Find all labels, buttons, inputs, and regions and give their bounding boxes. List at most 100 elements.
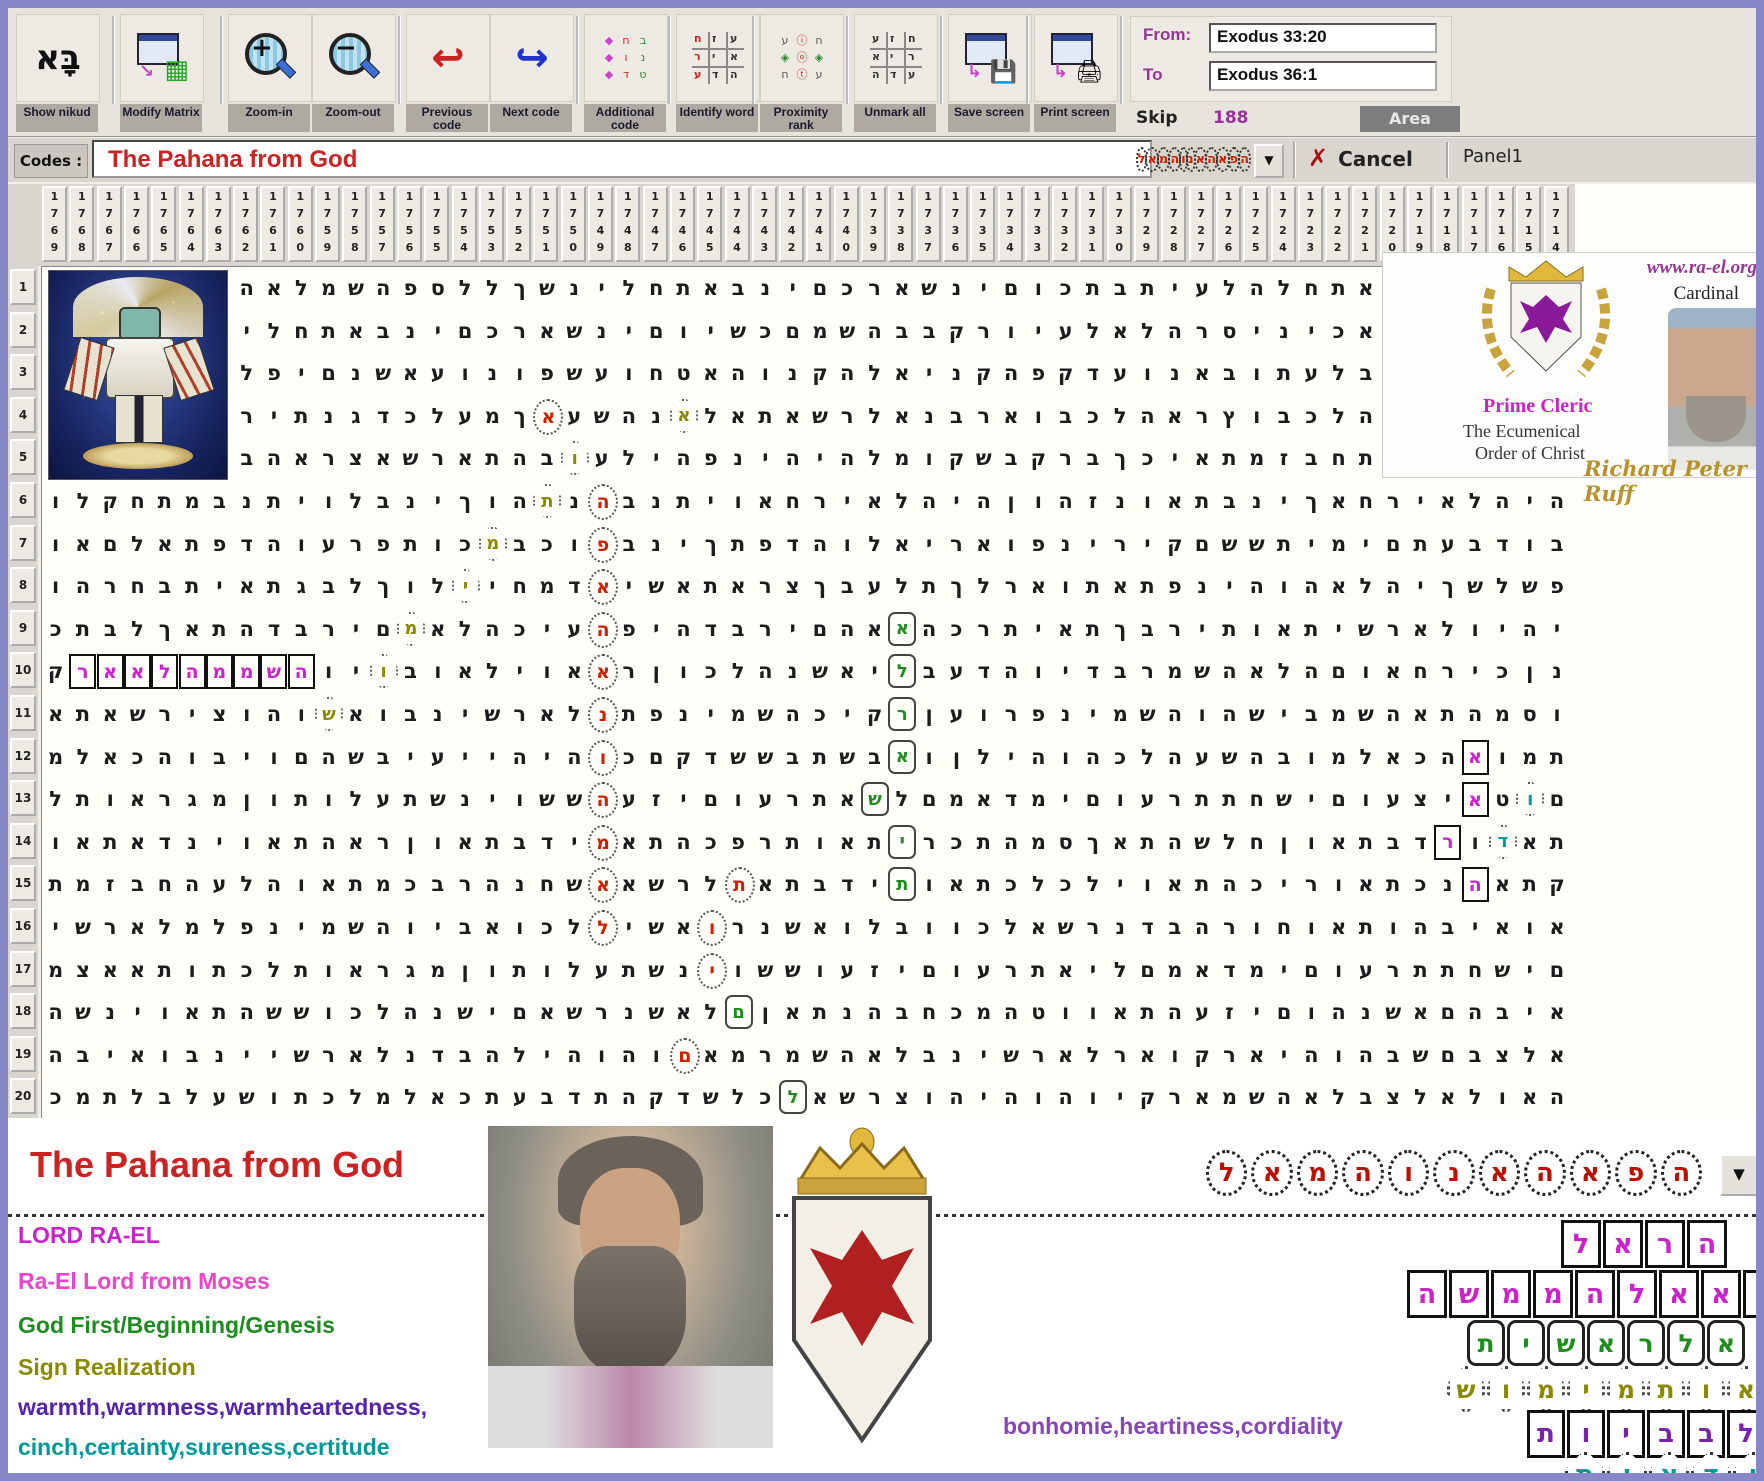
translation-god-first: God First/Beginning/Genesis (18, 1312, 335, 1338)
column-header-1716: 1716 (1488, 186, 1514, 262)
code-letter-mark-magenta-box[interactable]: ר (1434, 824, 1462, 860)
row-number-15: 15 (10, 865, 36, 902)
to-input[interactable]: Exodus 36:1 (1209, 61, 1437, 91)
column-header-1762: 1762 (233, 186, 259, 262)
ra-el-photo (488, 1126, 773, 1448)
range-box: From: Exodus 33:20 To Exodus 36:1 (1130, 16, 1452, 102)
additional-code-label: Additional code (584, 104, 666, 132)
matrix-row-4: נכיכרתבריתנגדכלעמךאעשהנפלאתאשרלאנבראובכל… (51, 403, 1565, 428)
code-letter-mark-green-box[interactable]: א (888, 739, 917, 774)
unmark-all-button[interactable]: עזח איר הדע (854, 14, 938, 102)
zoom-out-button[interactable]: − (312, 14, 396, 102)
row-number-11: 11 (10, 695, 36, 731)
column-header-1726: 1726 (1215, 186, 1241, 262)
column-header-1764: 1764 (178, 186, 204, 262)
row-number-3: 3 (10, 354, 36, 391)
code-letter-mark-magenta-box[interactable]: ה (178, 654, 206, 690)
code-letter-mark-magenta-box[interactable]: א (123, 654, 151, 690)
matrix-row-12: מלאכהוביוםהשביעייהיהלכםקדששבתשבתוןליהוהכ… (48, 744, 1565, 769)
matrix-row-1: יאמריהוהאלמשהפסללךשנילחתאבניםכראשניםוכתב… (53, 276, 1565, 300)
code-letter-mark-magenta-box[interactable]: ר (69, 654, 97, 690)
code-matrix[interactable]: יאמריהוהאלמשהפסללךשנילחתאבניםכראשניםוכתב… (41, 266, 1576, 1120)
area-button[interactable]: Area (1360, 106, 1460, 132)
from-input[interactable]: Exodus 33:20 (1209, 23, 1437, 53)
code-letter-mark-green-box[interactable]: ש (861, 782, 889, 817)
previous-code-button[interactable]: ↩ (406, 14, 490, 102)
column-header-1753: 1753 (478, 186, 504, 262)
code-letter-mark-red-circle[interactable]: פ (588, 526, 618, 563)
identify-word-button[interactable]: חזע ריא עדה (676, 14, 760, 102)
identify-word-icon: חזע ריא עדה (692, 32, 744, 84)
column-header-1715: 1715 (1516, 186, 1542, 262)
code-letter-mark-green-box[interactable]: ר (888, 697, 917, 731)
code-letter-circle: מ (1156, 146, 1171, 172)
row-number-19: 19 (10, 1035, 36, 1072)
code-letter-mark-magenta-box[interactable]: א (1461, 782, 1489, 818)
bottom-title: The Pahana from God (30, 1144, 405, 1185)
column-header-1718: 1718 (1434, 186, 1460, 262)
code-letter-mark-green-box[interactable]: ל (888, 654, 917, 689)
code-letter-mark-magenta-box[interactable]: א (96, 654, 124, 690)
column-header-1741: 1741 (806, 186, 832, 262)
column-header-1745: 1745 (697, 186, 723, 262)
codes-dropdown-button[interactable]: ▼ (1254, 144, 1284, 178)
modify-matrix-button[interactable]: ↘ ▦ (120, 14, 204, 102)
proximity-rank-icon: ע ⓘ ח ◈ ⓞ ◈ ח ⓣ ע (780, 34, 824, 81)
code-letter-mark-red-circle[interactable]: ו (588, 739, 618, 776)
cardinal-label: Cardinal (1673, 283, 1739, 304)
code-letter-mark-magenta-box[interactable]: ש (260, 654, 288, 690)
matrix-row-3: צרחסדלאלפיםנשאעונופשעוחטאהונקהלאינקהפקדע… (49, 361, 1564, 386)
column-header-1739: 1739 (861, 186, 886, 262)
code-letter-mark-magenta-box[interactable]: מ (205, 654, 233, 690)
bible-codes-window: בָּא ↘ ▦ + − ↩ ↪ ◆ ח ב ◆ ו נ ◆ ד ט חזע ריא עדה … (0, 0, 1764, 1481)
code-letter-mark-green-box[interactable]: ל (779, 1080, 808, 1115)
code-letter-circle: א (1251, 1150, 1293, 1196)
column-header-1763: 1763 (205, 186, 231, 262)
code-letter-circle: ה (1342, 1150, 1384, 1196)
code-letter-mark-magenta-box[interactable]: א (1461, 739, 1489, 775)
column-header-1729: 1729 (1134, 186, 1159, 262)
codes-hebrew-word: הפאהאנוהמאל (1135, 142, 1251, 176)
templar-shield-crown-icon (792, 1127, 932, 1444)
column-header-1746: 1746 (669, 186, 695, 262)
column-header-1744: 1744 (724, 186, 750, 262)
code-letter-mark-green-box[interactable]: י (888, 824, 917, 859)
zoom-in-button[interactable]: + (228, 14, 312, 102)
code-letter-mark-red-circle[interactable]: ה (588, 484, 618, 520)
code-letter-mark-red-circle[interactable]: ה (588, 611, 618, 648)
column-header-1723: 1723 (1297, 186, 1323, 262)
identify-word-label: Identify word (676, 104, 758, 132)
bottom-dropdown-button[interactable]: ▼ (1720, 1154, 1756, 1196)
code-letter-mark-red-circle[interactable]: ם (669, 1037, 700, 1074)
cancel-button[interactable]: ✗ Cancel (1308, 144, 1438, 176)
matrix-row-18: השניואתהששוכלהנשיםאשרנשאלבןאתנהבחכמהטווא… (48, 1000, 1565, 1025)
code-letter-mark-magenta-box[interactable]: ה (287, 654, 315, 690)
code-letter-mark-red-circle[interactable]: ו (697, 910, 728, 946)
column-header-1727: 1727 (1188, 186, 1214, 262)
code-letter-circle: א (1193, 146, 1208, 172)
code-letter-mark-magenta-box[interactable]: ה (1461, 867, 1489, 903)
codes-input[interactable]: The Pahana from God (92, 140, 1152, 178)
code-letter-mark-red-circle[interactable]: ה (588, 782, 618, 819)
row-number-4: 4 (10, 396, 36, 433)
code-letter-mark-magenta-box[interactable]: ל (151, 654, 179, 690)
code-letter-mark-red-circle[interactable]: נ (588, 697, 618, 733)
code-letter-mark-red-circle[interactable]: ת (724, 867, 755, 904)
code-letter-circle: ה (1168, 146, 1182, 172)
code-letter-mark-red-circle[interactable]: ל (588, 910, 618, 946)
show-nikud-button[interactable]: בָּא (16, 14, 100, 102)
code-letter-mark-red-circle[interactable]: א (588, 569, 618, 606)
code-letter-mark-green-box[interactable]: ם (724, 995, 753, 1030)
additional-code-button[interactable]: ◆ ח ב ◆ ו נ ◆ ד ט (584, 14, 668, 102)
code-letter-mark-magenta-box[interactable]: מ (233, 654, 261, 690)
cardinal-photo (1668, 308, 1756, 470)
code-letter-mark-green-box[interactable]: ת (888, 867, 917, 902)
code-letter-mark-green-box[interactable]: א (888, 611, 917, 646)
code-letter-mark-red-circle[interactable]: מ (588, 824, 618, 861)
save-screen-button[interactable]: ↳ 💾 (948, 14, 1032, 102)
next-code-button[interactable]: ↪ (490, 14, 574, 102)
column-header-1732: 1732 (1052, 186, 1078, 262)
proximity-rank-button[interactable]: ע ⓘ ח ◈ ⓞ ◈ ח ⓣ ע (760, 14, 844, 102)
print-screen-button[interactable]: ↳ 🖨 (1034, 14, 1118, 102)
code-letter-mark-red-circle[interactable]: י (697, 952, 728, 989)
